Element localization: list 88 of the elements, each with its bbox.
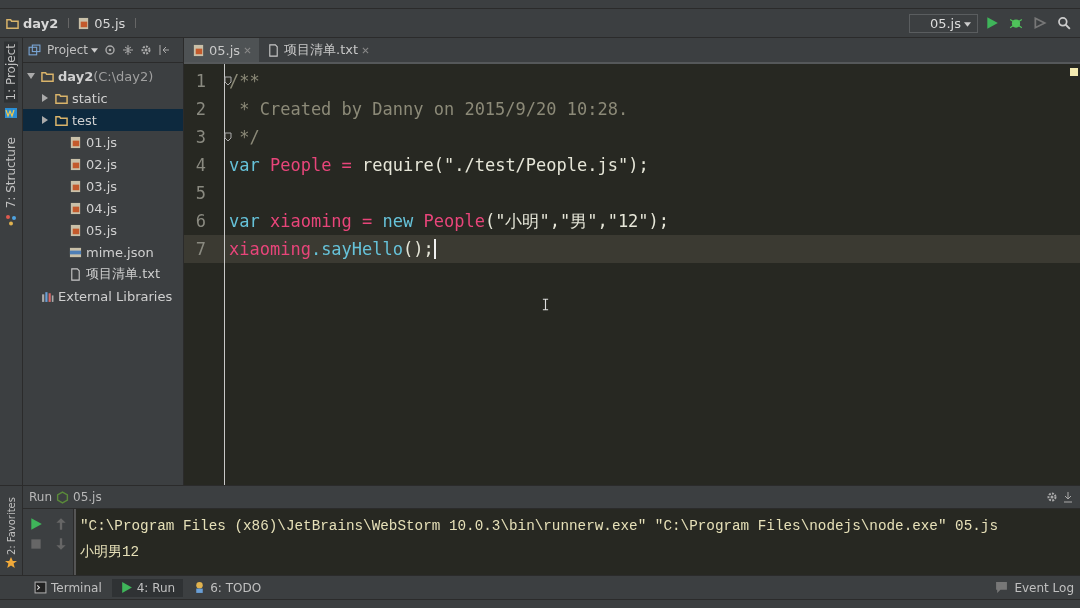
code-line: /** [229, 71, 260, 91]
search-icon[interactable] [1057, 16, 1071, 30]
panel-title: Run [29, 490, 52, 504]
coverage-icon[interactable] [1033, 16, 1047, 30]
warning-stripe-icon [1070, 68, 1078, 76]
line-number: 4 [194, 155, 206, 175]
library-icon [41, 289, 54, 303]
terminal-icon [34, 581, 47, 594]
tool-window-tab[interactable]: Terminal [26, 578, 110, 597]
tree-item[interactable]: day2(C:\day2) [58, 68, 154, 84]
tree-item[interactable]: 02.js [86, 156, 118, 172]
tree-item[interactable]: 项目清单.txt [86, 265, 161, 283]
json-file-icon [69, 245, 82, 259]
line-number: 2 [194, 99, 206, 119]
tab-label: 项目清单.txt [284, 41, 359, 59]
js-file-icon [69, 201, 82, 215]
event-log-button[interactable]: Event Log [1014, 580, 1074, 595]
js-file-icon [69, 179, 82, 193]
tree-item[interactable]: 05.js [86, 222, 118, 238]
tree-item[interactable]: 04.js [86, 200, 118, 216]
gear-icon[interactable] [1046, 491, 1058, 503]
line-number: 1 [194, 71, 206, 91]
folder-icon [6, 16, 19, 30]
tool-window-tab[interactable]: 4: Run [111, 578, 184, 597]
tool-window-tab[interactable]: 6: TODO [185, 578, 270, 597]
breadcrumb-item[interactable]: 05.js [94, 15, 126, 31]
bug-icon[interactable] [1009, 16, 1023, 30]
project-icon [28, 43, 41, 57]
text-file-icon [69, 267, 82, 281]
caret-icon [964, 21, 971, 27]
hide-icon[interactable] [1062, 491, 1074, 503]
folder-icon [41, 69, 54, 83]
tree-item[interactable]: static [72, 90, 108, 106]
breadcrumb-item[interactable]: day2 [23, 15, 59, 31]
line-number: 3 [194, 127, 206, 147]
editor-tab[interactable]: 05.js [184, 38, 260, 62]
run-icon[interactable] [985, 16, 999, 30]
fold-marker-icon[interactable] [224, 76, 232, 86]
target-icon[interactable] [104, 44, 117, 56]
console-line: "C:\Program Files (x86)\JetBrains\WebStorm 10.0.3\bin\runnerw.exe" "C:\Program Files\nodejs\node.exe" 05.js [80, 517, 998, 536]
tree-item[interactable]: test [72, 112, 97, 128]
tree-item[interactable]: 01.js [86, 134, 118, 150]
js-file-icon [69, 135, 82, 149]
structure-icon [5, 213, 17, 226]
js-file-icon [69, 157, 82, 171]
code-line: * Created by Danny on 2015/9/20 10:28. [238, 99, 629, 119]
tool-window-tab[interactable]: 1: Project [4, 42, 18, 103]
run-config-name: 05.js [73, 490, 102, 504]
project-view-dropdown[interactable]: Project [47, 43, 99, 57]
code-line: */ [238, 127, 260, 147]
run-icon [119, 581, 133, 594]
speech-bubble-icon [995, 581, 1009, 594]
tab-label: 05.js [209, 42, 241, 58]
code-line: xiaoming.sayHello(); [229, 239, 434, 259]
node-icon [56, 490, 69, 504]
tree-item[interactable]: mime.json [86, 244, 154, 260]
editor-tab[interactable]: 项目清单.txt [259, 38, 378, 62]
folder-icon [55, 91, 68, 105]
folder-icon [55, 113, 68, 127]
fold-marker-icon[interactable] [224, 132, 232, 142]
js-file-icon [77, 16, 91, 30]
tree-item[interactable]: 03.js [86, 178, 118, 194]
tool-window-tab[interactable]: 2: Favorites [5, 496, 17, 555]
run-icon[interactable] [28, 517, 43, 531]
js-file-icon [192, 43, 205, 57]
star-icon [5, 557, 17, 569]
caret-icon [91, 48, 99, 53]
ws-logo-icon [5, 106, 17, 119]
code-line: var xiaoming = new People("小明","男","12"); [229, 209, 670, 233]
run-config-dropdown[interactable]: 05.js [908, 13, 978, 33]
tool-window-tab[interactable]: 7: Structure [4, 134, 18, 210]
text-file-icon [267, 43, 281, 57]
close-icon[interactable] [362, 46, 370, 54]
tree-item[interactable]: External Libraries [58, 288, 173, 304]
collapse-icon[interactable] [122, 44, 135, 56]
text-cursor-icon [542, 298, 549, 311]
line-number: 6 [194, 211, 206, 231]
text-caret [433, 239, 436, 259]
console-line: 小明男12 [80, 543, 140, 562]
js-file-icon [69, 223, 82, 237]
expand-arrow-icon[interactable] [41, 116, 49, 124]
expand-arrow-icon[interactable] [41, 94, 49, 102]
hide-icon[interactable] [158, 44, 171, 56]
line-number: 7 [194, 239, 206, 259]
code-line: var People = require("./test/People.js"); [229, 155, 649, 175]
gear-icon[interactable] [140, 44, 153, 56]
line-number: 5 [194, 183, 206, 203]
expand-arrow-icon[interactable] [27, 72, 35, 80]
